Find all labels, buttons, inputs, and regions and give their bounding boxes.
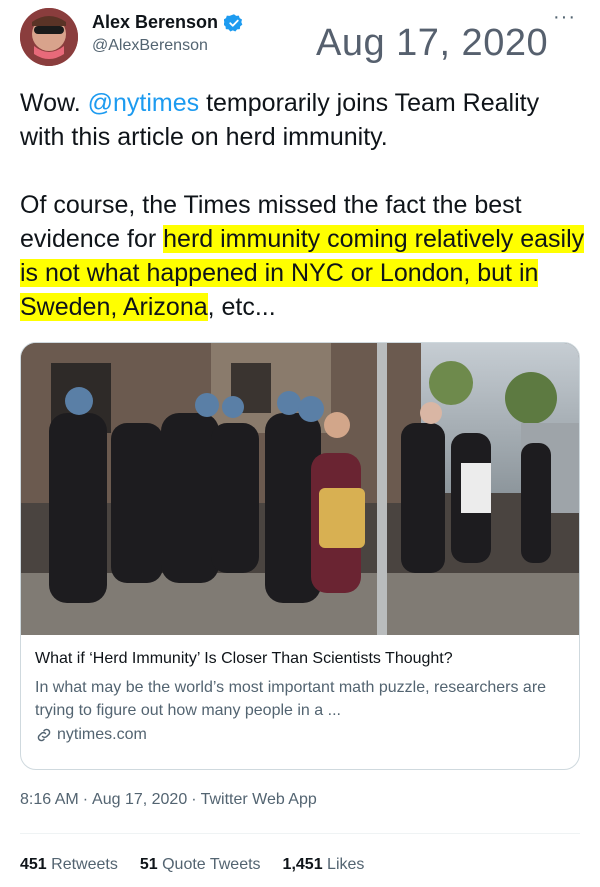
retweets-stat[interactable]: 451 Retweets [20,856,118,874]
card-domain-text: nytimes.com [57,726,147,743]
avatar[interactable] [20,8,78,66]
date-overlay-text: Aug 17, 2020 [316,22,549,64]
quote-tweets-stat[interactable]: 51 Quote Tweets [140,856,261,874]
tweet-header: Alex Berenson @AlexBerenson Aug 17, 2020… [20,7,580,68]
card-description: In what may be the world’s most importan… [35,679,547,719]
card-domain[interactable]: nytimes.com [35,726,565,744]
tweet-paragraph-2: Of course, the Times missed the fact the… [20,191,585,321]
author-name[interactable]: Alex Berenson [92,12,218,33]
tweet-time[interactable]: 8:16 AM [20,791,79,808]
likes-stat[interactable]: 1,451 Likes [283,856,365,874]
author-handle[interactable]: @AlexBerenson [92,37,244,55]
card-title[interactable]: What if ‘Herd Immunity’ Is Closer Than S… [35,648,565,670]
more-dots-icon[interactable]: ··· [553,7,576,27]
divider [20,833,580,834]
verified-badge-icon [224,13,243,31]
tweet-meta: 8:16 AM · Aug 17, 2020 · Twitter Web App [20,791,317,808]
mention-link[interactable]: @nytimes [88,89,200,117]
link-preview-card[interactable]: What if ‘Herd Immunity’ Is Closer Than S… [20,342,580,770]
tweet-paragraph-1: Wow. @nytimes temporarily joins Team Rea… [20,89,540,151]
card-body: What if ‘Herd Immunity’ Is Closer Than S… [35,648,565,744]
author-block[interactable]: Alex Berenson @AlexBerenson [92,12,244,55]
article-photo[interactable] [21,343,579,635]
tweet-stats: 451 Retweets 51 Quote Tweets 1,451 Likes [20,856,364,874]
tweet-source[interactable]: Twitter Web App [201,791,317,808]
tweet-text: Wow. @nytimes temporarily joins Team Rea… [20,86,590,324]
link-icon [37,728,51,742]
tweet-date[interactable]: Aug 17, 2020 [92,791,187,808]
